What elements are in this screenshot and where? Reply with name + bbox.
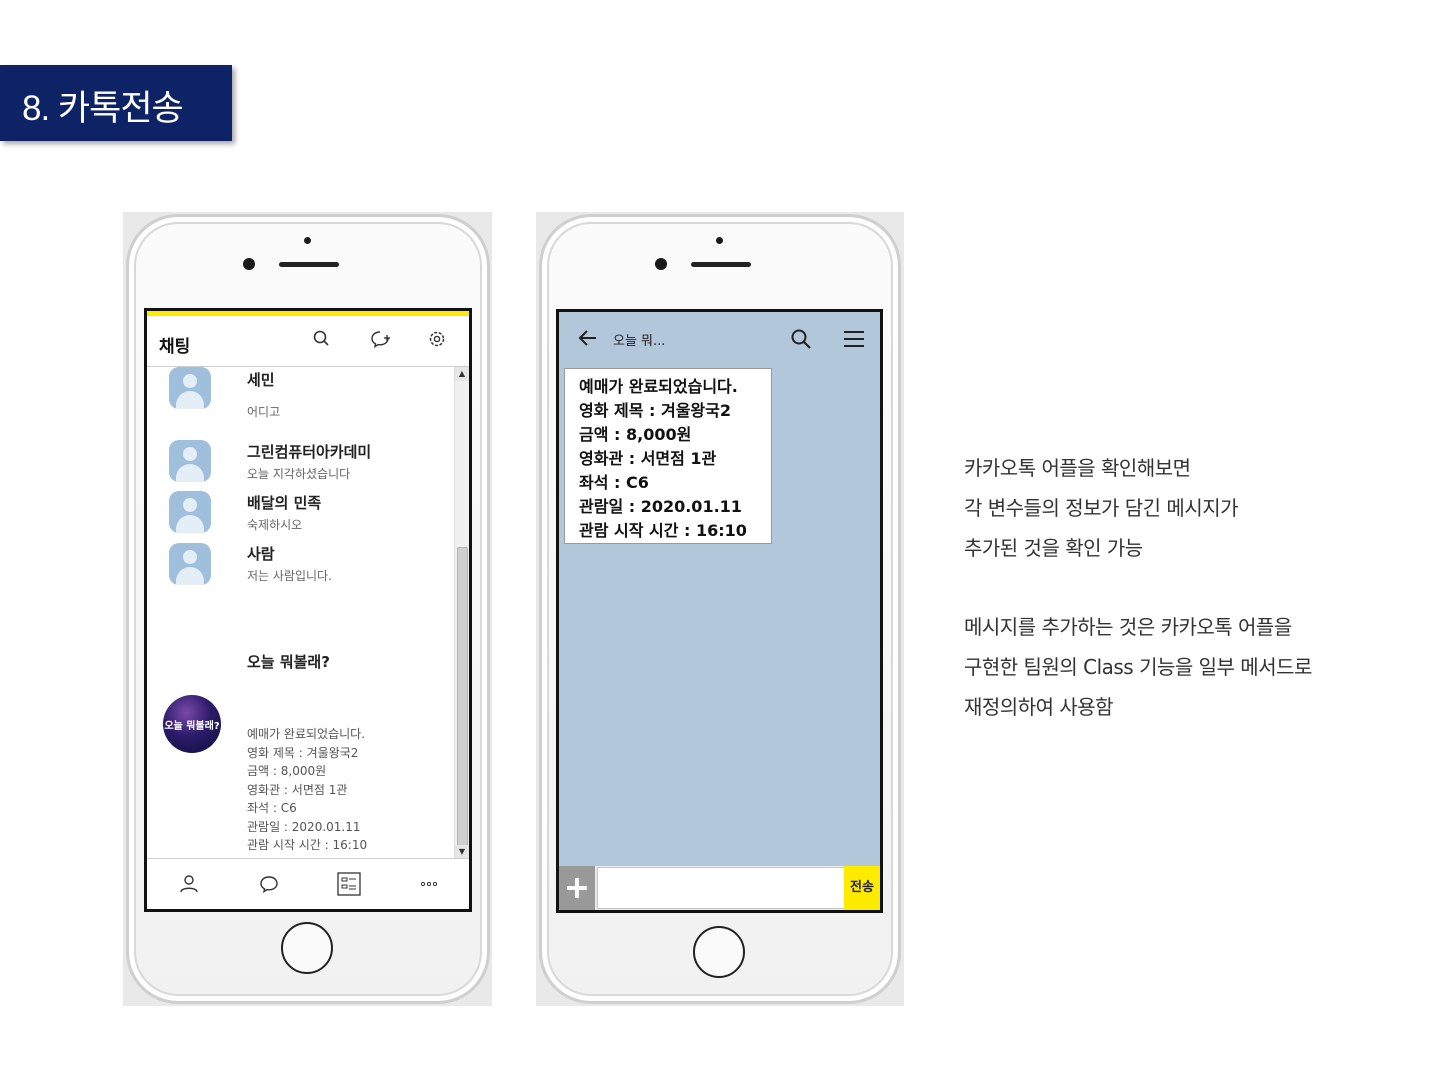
chat-room-header: 오늘 뭐... — [559, 312, 880, 364]
description-paragraph-2: 메시지를 추가하는 것은 카카오톡 어플을 구현한 팀원의 Class 기능을 … — [964, 607, 1312, 727]
description-line: 메시지를 추가하는 것은 카카오톡 어플을 — [964, 615, 1292, 639]
bottom-tab-bar — [147, 858, 469, 909]
message-input-bar: 전송 — [559, 866, 880, 910]
more-tab-icon[interactable] — [418, 873, 440, 895]
plus-icon[interactable] — [559, 866, 595, 910]
scroll-up-arrow-icon[interactable]: ▲ — [455, 367, 469, 381]
description-line: 재정의하여 사용함 — [964, 695, 1114, 719]
chat-name: 오늘 뭐볼래? — [247, 653, 330, 671]
message-line: 관람 시작 시간 : 16:10 — [579, 521, 747, 540]
chat-name: 그린컴퓨터아카데미 — [247, 443, 372, 461]
profile-avatar — [169, 367, 211, 409]
message-line: 예매가 완료되었습니다. — [579, 377, 738, 396]
preview-line: 관람일 : 2020.01.11 — [247, 819, 361, 834]
preview-line: 영화 제목 : 겨울왕국2 — [247, 745, 359, 760]
back-arrow-icon[interactable] — [577, 328, 599, 348]
description-line: 카카오톡 어플을 확인해보면 — [964, 456, 1191, 480]
chat-list-header: 채팅 — [147, 316, 469, 367]
message-input[interactable] — [597, 867, 845, 909]
message-line: 관람일 : 2020.01.11 — [579, 497, 742, 516]
message-line: 좌석 : C6 — [579, 473, 649, 492]
right-phone-speaker — [691, 262, 751, 267]
chat-list: 세민 어디고 그린컴퓨터아카데미 오늘 지각하셨습니다 배달의 민족 숙제하시오… — [147, 367, 452, 857]
chat-name: 사람 — [247, 545, 275, 563]
chat-preview: 오늘 지각하셨습니다 — [247, 467, 351, 481]
menu-hamburger-icon[interactable] — [843, 329, 865, 349]
description-line: 추가된 것을 확인 가능 — [964, 536, 1143, 560]
left-phone-sensor — [304, 237, 311, 244]
description-paragraph-1: 카카오톡 어플을 확인해보면 각 변수들의 정보가 담긴 메시지가 추가된 것을… — [964, 448, 1239, 568]
search-icon[interactable] — [789, 327, 813, 351]
left-phone-home-button[interactable] — [281, 922, 333, 974]
profile-avatar — [169, 491, 211, 533]
friends-tab-icon[interactable] — [178, 873, 200, 895]
group-avatar: 오늘 뭐볼래? — [163, 695, 221, 753]
description-line: 구현한 팀원의 Class 기능을 일부 메서드로 — [964, 655, 1312, 679]
preview-line: 좌석 : C6 — [247, 801, 297, 815]
right-phone-sensor — [716, 237, 723, 244]
chat-preview: 숙제하시오 — [247, 518, 303, 532]
new-chat-icon[interactable] — [369, 328, 391, 350]
preview-line: 금액 : 8,000원 — [247, 764, 327, 778]
group-avatar-text: 오늘 뭐볼래? — [164, 721, 220, 732]
slide-title-box: 8. 카톡전송 — [0, 65, 232, 141]
preview-line: 영화관 : 서면점 1관 — [247, 782, 348, 797]
chat-list-screen: 채팅 세민 어디고 그린컴퓨터아카데미 오늘 지각하셨습니다 배달의 민족 숙제… — [144, 308, 472, 912]
chat-name: 세민 — [247, 371, 275, 389]
scroll-down-arrow-icon[interactable]: ▼ — [455, 845, 469, 859]
chat-room-screen: 오늘 뭐... 예매가 완료되었습니다. 영화 제목 : 겨울왕국2 금액 : … — [556, 309, 883, 913]
send-button[interactable]: 전송 — [844, 866, 880, 910]
chat-message-preview: 예매가 완료되었습니다. 영화 제목 : 겨울왕국2 금액 : 8,000원 영… — [247, 725, 367, 855]
chat-list-scrollbar[interactable]: ▲ ▼ — [454, 367, 469, 859]
chats-tab-icon[interactable] — [258, 873, 280, 895]
left-phone-speaker — [279, 262, 339, 267]
preview-line: 예매가 완료되었습니다. — [247, 727, 366, 741]
chat-list-title: 채팅 — [159, 337, 191, 357]
right-phone-home-button[interactable] — [693, 926, 745, 978]
chat-preview: 어디고 — [247, 405, 281, 419]
chat-room-title: 오늘 뭐... — [613, 334, 666, 349]
search-icon[interactable] — [311, 328, 333, 350]
message-line: 영화관 : 서면점 1관 — [579, 449, 717, 468]
view-tab-icon[interactable] — [337, 872, 361, 896]
message-line: 금액 : 8,000원 — [579, 425, 692, 444]
profile-avatar — [169, 543, 211, 585]
description-line: 각 변수들의 정보가 담긴 메시지가 — [964, 496, 1239, 520]
chat-preview: 저는 사람입니다. — [247, 569, 332, 583]
scroll-thumb[interactable] — [457, 547, 468, 849]
settings-gear-icon[interactable] — [426, 328, 448, 350]
message-bubble: 예매가 완료되었습니다. 영화 제목 : 겨울왕국2 금액 : 8,000원 영… — [564, 368, 772, 544]
slide-title: 8. 카톡전송 — [22, 89, 184, 128]
preview-line: 관람 시작 시간 : 16:10 — [247, 838, 368, 852]
left-phone-camera — [243, 258, 255, 270]
profile-avatar — [169, 440, 211, 482]
right-phone-camera — [655, 258, 667, 270]
message-line: 영화 제목 : 겨울왕국2 — [579, 401, 732, 420]
chat-name: 배달의 민족 — [247, 494, 322, 512]
